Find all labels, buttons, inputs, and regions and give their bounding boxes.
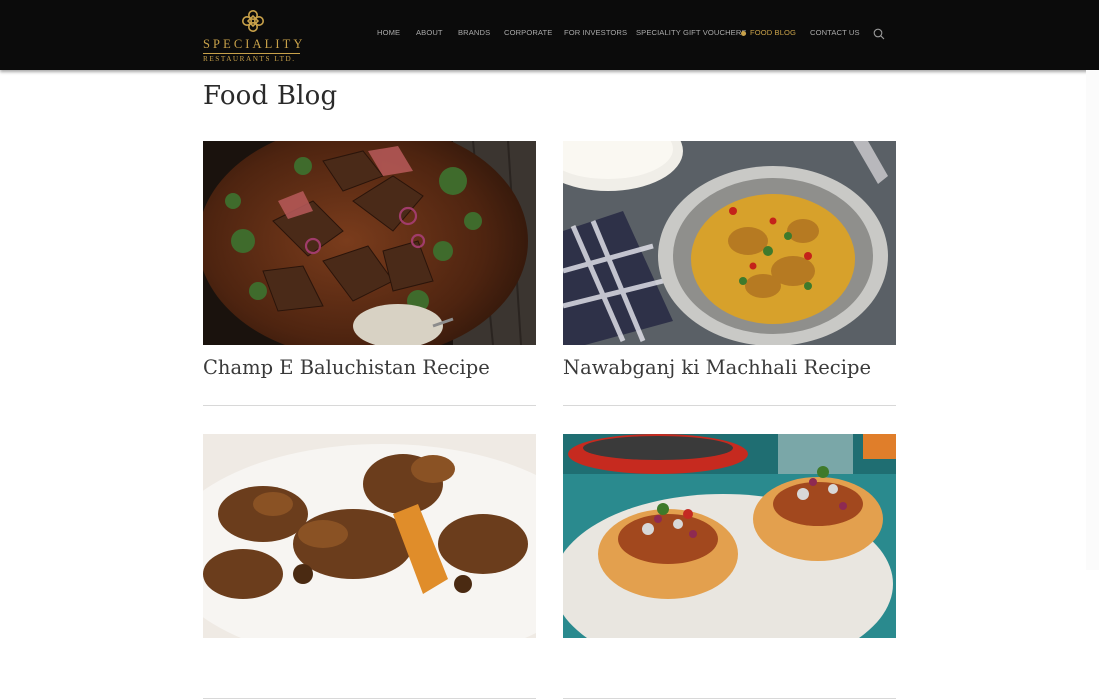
page-title: Food Blog [203,81,338,111]
post-image-lamb-chops[interactable] [203,141,536,345]
nav-brands[interactable]: BRANDS [458,28,490,40]
brand-divider [203,53,300,54]
nav-food-blog[interactable]: FOOD BLOG [750,28,796,40]
nav-contact-us[interactable]: CONTACT US [810,28,860,40]
active-indicator-dot [741,31,746,36]
search-icon[interactable] [873,28,885,40]
post-title[interactable]: Champ E Baluchistan Recipe [203,356,490,379]
nav-for-investors[interactable]: FOR INVESTORS [564,28,627,40]
brand-logo[interactable]: SPECIALITY RESTAURANTS LTD. [203,8,303,66]
post-image-curry-rolls[interactable] [563,434,896,638]
card-divider [203,405,536,406]
speciality-emblem-icon [242,10,264,32]
nav-home[interactable]: HOME [377,28,400,40]
nav-about[interactable]: ABOUT [416,28,443,40]
post-image-meat-curry[interactable] [203,434,536,638]
card-divider [563,405,896,406]
nav-gift-vouchers[interactable]: SPECIALITY GIFT VOUCHERS [636,28,747,40]
brand-subtitle: RESTAURANTS LTD. [203,55,296,63]
brand-name: SPECIALITY [203,37,306,51]
site-header: SPECIALITY RESTAURANTS LTD. HOME ABOUT B… [0,0,1099,70]
nav-corporate[interactable]: CORPORATE [504,28,552,40]
post-title[interactable]: Nawabganj ki Machhali Recipe [563,356,871,379]
post-image-fish-curry[interactable] [563,141,896,345]
scrollbar-track[interactable] [1086,70,1099,570]
